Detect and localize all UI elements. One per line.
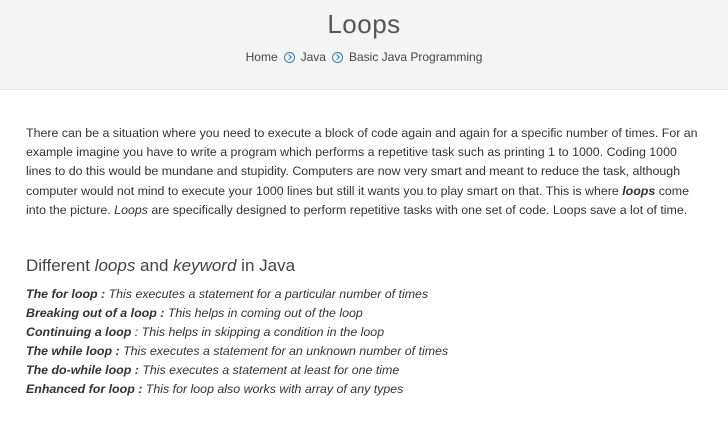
breadcrumb: Home Java Basic Java Programming <box>0 50 728 64</box>
list-item: The for loop : This executes a statement… <box>26 285 702 304</box>
section-heading: Different loops and keyword in Java <box>26 255 702 277</box>
list-item: Continuing a loop : This helps in skippi… <box>26 323 702 342</box>
list-item: The while loop : This executes a stateme… <box>26 342 702 361</box>
page-header: Loops Home Java Basic Java Programming <box>0 0 728 90</box>
chevron-right-circle-icon <box>331 51 343 63</box>
section-heading-and: and <box>135 256 174 276</box>
intro-paragraph: There can be a situation where you need … <box>26 124 702 220</box>
loop-description: This executes a statement for a particul… <box>105 287 429 302</box>
page-title: Loops <box>327 9 401 39</box>
breadcrumb-java-link[interactable]: Java <box>301 50 326 64</box>
breadcrumb-home-link[interactable]: Home <box>246 50 278 64</box>
loop-name: The do-while loop : <box>26 363 139 378</box>
section-heading-loops: loops <box>94 256 136 276</box>
section-heading-suffix: in Java <box>236 256 296 276</box>
list-item: The do-while loop : This executes a stat… <box>26 361 702 380</box>
loop-description: This for loop also works with array of a… <box>142 382 404 397</box>
list-item: Breaking out of a loop : This helps in c… <box>26 304 702 323</box>
loop-name: The while loop : <box>26 344 120 359</box>
loops-italic-term: Loops <box>114 202 148 217</box>
loop-name: Enhanced for loop : <box>26 382 143 397</box>
loop-description: This executes a statement for an unknown… <box>119 344 449 359</box>
loop-types-list: The for loop : This executes a statement… <box>26 285 702 399</box>
loop-description: This helps in coming out of the loop <box>164 306 363 321</box>
loop-description: : This helps in skipping a condition in … <box>131 325 385 340</box>
list-item: Enhanced for loop : This for loop also w… <box>26 380 702 399</box>
chevron-right-circle-icon <box>283 51 295 63</box>
loops-bold-term: loops <box>622 183 656 198</box>
section-heading-keyword: keyword <box>173 256 237 276</box>
loop-description: This executes a statement at least for o… <box>138 363 400 378</box>
main-content: There can be a situation where you need … <box>0 90 728 399</box>
loop-name: The for loop : <box>26 287 106 302</box>
intro-text-1: There can be a situation where you need … <box>26 126 698 198</box>
breadcrumb-basic-java-link[interactable]: Basic Java Programming <box>349 50 482 64</box>
loop-name: Breaking out of a loop : <box>26 306 165 321</box>
intro-text-3: are specifically designed to perform rep… <box>147 202 688 217</box>
loop-name: Continuing a loop <box>26 325 132 340</box>
section-heading-prefix: Different <box>26 256 95 276</box>
